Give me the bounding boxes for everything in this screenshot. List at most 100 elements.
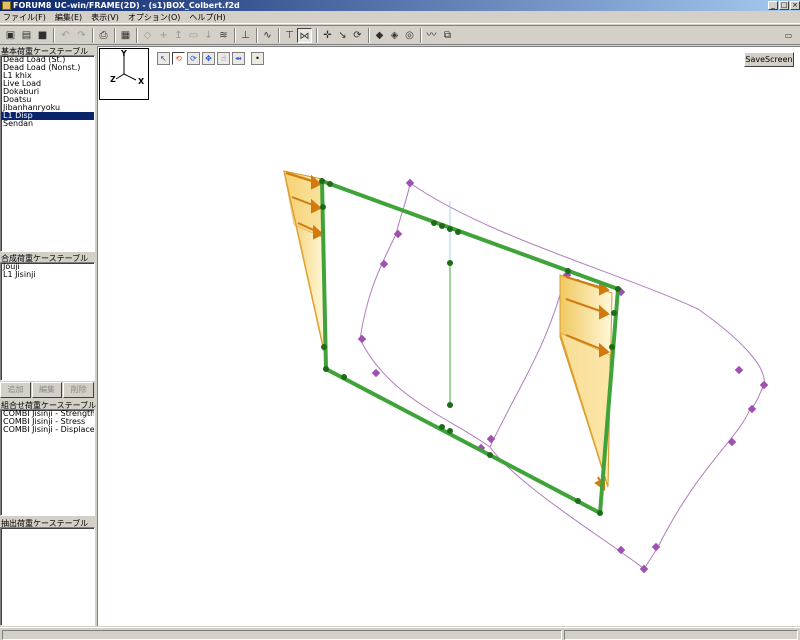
menu-view[interactable]: 表示(V) xyxy=(91,12,119,23)
edit-button[interactable]: 編集 xyxy=(31,382,63,398)
extract-load-list[interactable] xyxy=(0,527,95,626)
toolbar-separator xyxy=(256,28,258,43)
deformed-node xyxy=(727,437,737,447)
list-item[interactable]: Jouji xyxy=(1,263,94,271)
diagonal-arrow-icon[interactable]: ↘ xyxy=(335,28,350,43)
list-item[interactable]: COMBI Jisinji - Strength xyxy=(1,410,94,418)
list-button-row: 追加 編集 削除 xyxy=(0,382,95,398)
frame-view-icon[interactable]: ⊤ xyxy=(282,28,297,43)
composite-load-list[interactable]: Jouji L1 Jisinji xyxy=(0,262,95,381)
frame-node xyxy=(447,226,453,232)
menu-file[interactable]: ファイル(F) xyxy=(3,12,46,23)
list-item[interactable]: L1 Jisinji xyxy=(1,271,94,279)
deformed-node xyxy=(371,368,381,378)
deformed-node xyxy=(616,545,626,555)
open-folder-icon[interactable]: ▤ xyxy=(19,28,34,43)
frame-node xyxy=(327,181,333,187)
toolbar-separator xyxy=(278,28,280,43)
frame-node xyxy=(487,452,493,458)
frame-drawing xyxy=(283,170,769,574)
app-icon xyxy=(2,1,11,10)
list-item[interactable]: COMBI Jisinji - Stress xyxy=(1,418,94,426)
list-item[interactable]: Sendan xyxy=(1,120,94,128)
maximize-button[interactable]: □ xyxy=(779,1,789,10)
3d-viewport[interactable]: Y X Z ↖ ⟲ ⟳ ✥ ☝ ⇴ • SaveScreen xyxy=(97,46,800,626)
list-item[interactable]: L1 Disp xyxy=(1,112,94,120)
status-bar xyxy=(0,627,800,640)
frame-node xyxy=(447,428,453,434)
deformed-node xyxy=(759,380,769,390)
undo-icon[interactable]: ↶ xyxy=(58,28,73,43)
list-item[interactable]: Dokaburi xyxy=(1,88,94,96)
menu-help[interactable]: ヘルプ(H) xyxy=(189,12,225,23)
frame-node xyxy=(447,402,453,408)
frame-node xyxy=(615,286,621,292)
delete-button[interactable]: 削除 xyxy=(63,382,95,398)
down-arrow-icon[interactable]: ↓ xyxy=(201,28,216,43)
save-icon[interactable]: ■ xyxy=(35,28,50,43)
move-icon[interactable]: ✛ xyxy=(320,28,335,43)
deformed-node xyxy=(357,334,367,344)
frame-node xyxy=(439,223,445,229)
print-icon[interactable]: ⎙ xyxy=(96,28,111,43)
toolbar-separator xyxy=(114,28,116,43)
toolbar-separator xyxy=(420,28,422,43)
toolbar-separator xyxy=(368,28,370,43)
spring-icon[interactable]: ≋ xyxy=(216,28,231,43)
minimize-button[interactable]: _ xyxy=(768,1,778,10)
close-button[interactable]: × xyxy=(790,1,800,10)
deformed-shape xyxy=(357,178,769,574)
copy-window-icon[interactable]: ⧉ xyxy=(440,28,455,43)
frame-3d-icon[interactable]: ⋈ xyxy=(297,28,312,43)
rotate-icon[interactable]: ⟳ xyxy=(350,28,365,43)
diamond-icon[interactable]: ◆ xyxy=(372,28,387,43)
node-icon[interactable]: ◇ xyxy=(140,28,155,43)
section-icon[interactable]: ⊥ xyxy=(238,28,253,43)
toolbar-separator xyxy=(53,28,55,43)
support-icon[interactable]: ↥ xyxy=(171,28,186,43)
frame-node xyxy=(609,344,615,350)
frame-node xyxy=(565,268,571,274)
list-item[interactable]: Doatsu xyxy=(1,96,94,104)
frame-node xyxy=(431,220,437,226)
chart-icon[interactable]: ∿ xyxy=(260,28,275,43)
status-pane xyxy=(564,630,798,640)
redo-icon[interactable]: ↷ xyxy=(74,28,89,43)
deformed-node xyxy=(486,434,496,444)
cycle-icon[interactable]: ◎ xyxy=(402,28,417,43)
new-file-icon[interactable]: ▣ xyxy=(3,28,18,43)
toolbar-separator xyxy=(92,28,94,43)
list-item[interactable]: Live Load xyxy=(1,80,94,88)
options-icon[interactable]: ▭ xyxy=(781,28,796,43)
grid-icon[interactable]: ▦ xyxy=(118,28,133,43)
diamond-alt-icon[interactable]: ◈ xyxy=(387,28,402,43)
add-node-icon[interactable]: + xyxy=(156,28,171,43)
menu-options[interactable]: オプション(O) xyxy=(128,12,181,23)
list-item[interactable]: Dead Load (St.) xyxy=(1,56,94,64)
add-button[interactable]: 追加 xyxy=(0,382,31,398)
load-diagram-left xyxy=(283,170,325,352)
frame-node xyxy=(611,310,617,316)
deformed-nodes xyxy=(357,178,769,574)
toolbar-separator xyxy=(234,28,236,43)
list-item[interactable]: COMBI Jisinji - Displacem xyxy=(1,426,94,434)
window-title: FORUM8 UC-win/FRAME(2D) - (s1)BOX_Colber… xyxy=(13,1,240,10)
list-item[interactable]: Jibanhanryoku xyxy=(1,104,94,112)
toolbar-separator xyxy=(316,28,318,43)
draw-line-icon[interactable]: 〰 xyxy=(424,28,439,43)
basic-load-list[interactable]: Dead Load (St.) Dead Load (Nonst.) L1 kh… xyxy=(0,55,95,252)
frame-node xyxy=(447,260,453,266)
frame-node xyxy=(319,178,325,184)
status-pane xyxy=(2,630,562,640)
combination-load-list[interactable]: COMBI Jisinji - Strength COMBI Jisinji -… xyxy=(0,409,95,516)
frame-node xyxy=(455,229,461,235)
frame-node xyxy=(341,374,347,380)
deformed-node xyxy=(405,178,415,188)
list-item[interactable]: Dead Load (Nonst.) xyxy=(1,64,94,72)
list-item[interactable]: L1 khix xyxy=(1,72,94,80)
menu-edit[interactable]: 編集(E) xyxy=(55,12,82,23)
frame-node xyxy=(321,344,327,350)
deformed-node xyxy=(734,365,744,375)
bottom-slab-member xyxy=(324,367,602,515)
member-icon[interactable]: ▭ xyxy=(186,28,201,43)
